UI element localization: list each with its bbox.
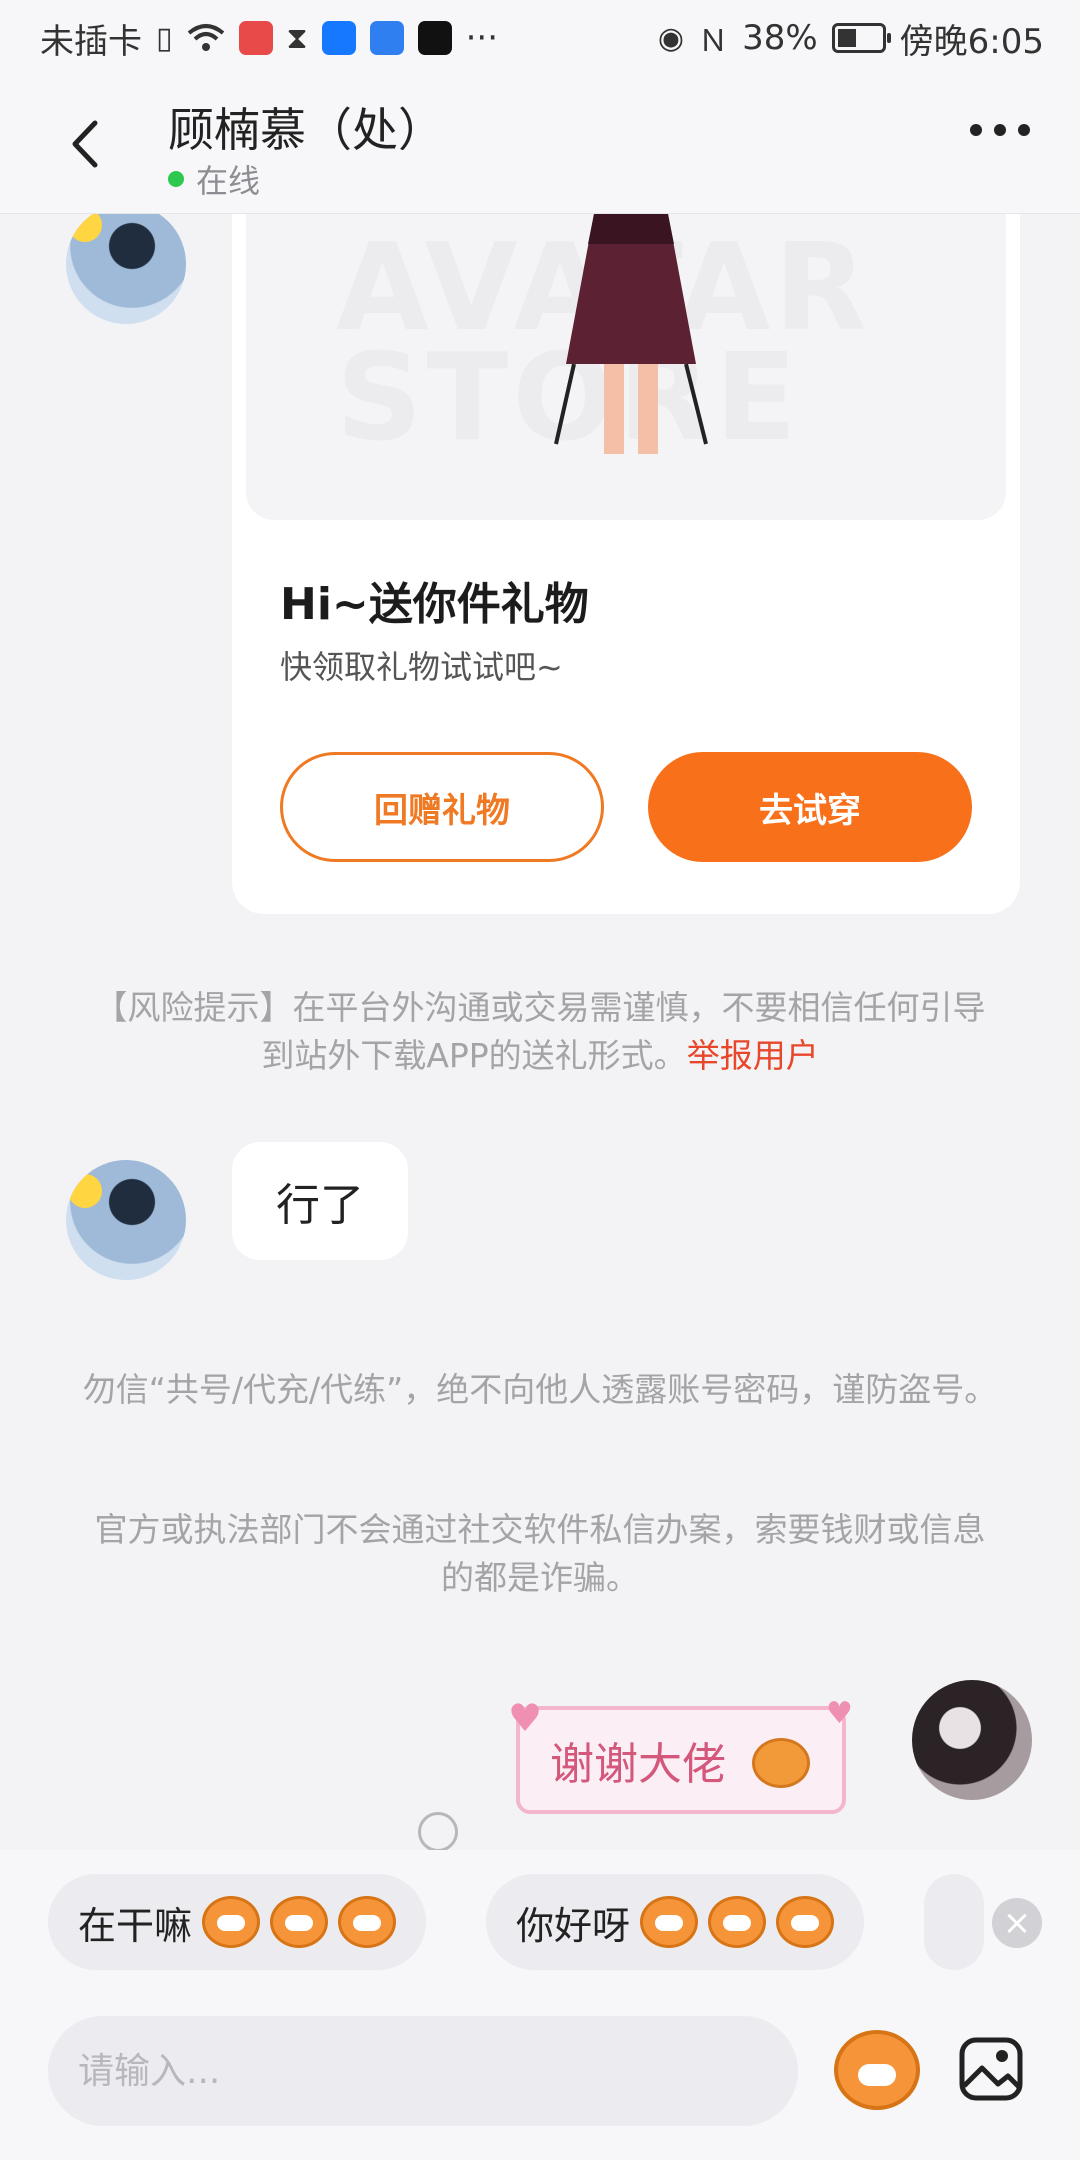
safety-notice-fraud: 官方或执法部门不会通过社交软件私信办案，索要钱财或信息的都是诈骗。 (94, 1510, 986, 1597)
loading-spinner-icon (418, 1812, 458, 1850)
quick-reply-chip-partial[interactable] (924, 1874, 984, 1970)
status-bar-right: ◉ Ｎ 38% 傍晚6:05 (658, 14, 1044, 63)
sunglasses-emoji-icon (68, 214, 102, 242)
hourglass-icon: ⧗ (286, 20, 308, 56)
try-on-button[interactable]: 去试穿 (648, 752, 972, 862)
quick-reply-text: 在干嘛 (78, 1903, 193, 1948)
skirt-item-image (554, 214, 708, 454)
presence-status: 在线 (168, 156, 260, 202)
tiktok-icon (417, 21, 452, 55)
peer-avatar[interactable] (66, 214, 186, 324)
monkey-emoji-icon (338, 1896, 397, 1948)
lightbulb-icon (369, 21, 404, 55)
risk-notice: 【风险提示】在平台外沟通或交易需谨慎，不要相信任何引导到站外下载APP的送礼形式… (80, 984, 1000, 1080)
safety-notice-account: 勿信“共号/代充/代练”，绝不向他人透露账号密码，谨防盗号。 (82, 1370, 998, 1409)
sim-card-icon: ▯ (156, 20, 173, 56)
sim-status: 未插卡 (40, 21, 142, 62)
sunglasses-emoji-icon (68, 1174, 102, 1208)
back-button[interactable] (54, 114, 114, 174)
status-bar: 未插卡 ▯ ⧗ ··· ◉ Ｎ 38% 傍晚6:05 (0, 0, 1080, 76)
battery-icon (831, 23, 891, 53)
online-dot-icon (168, 171, 184, 187)
more-dot-icon (970, 124, 982, 136)
monkey-emoji-icon (270, 1896, 329, 1948)
status-bar-left: 未插卡 ▯ ⧗ ··· (40, 14, 498, 63)
message-input[interactable] (48, 2016, 798, 2126)
wifi-icon (187, 24, 224, 51)
chat-messages[interactable]: AVATAR STORE Hi~送你件礼物 快领取礼物试试吧~ 回赠礼物 去试穿… (0, 214, 1080, 1850)
quick-replies-bar: 在干嘛 你好呀 × (0, 1850, 1080, 2000)
battery-percent: 38% (742, 18, 818, 58)
peer-avatar[interactable] (66, 1160, 186, 1280)
close-quick-replies-button[interactable]: × (992, 1898, 1042, 1948)
heart-icon: ♥ (826, 1696, 853, 1731)
self-sticker-message[interactable]: 谢谢大佬 ♥ ♥ (506, 1696, 858, 1828)
risk-notice-text: 【风险提示】在平台外沟通或交易需谨慎，不要相信任何引导到站外下载APP的送礼形式… (94, 988, 986, 1075)
monkey-emoji-icon (752, 1738, 810, 1788)
report-user-link[interactable]: 举报用户 (687, 1036, 819, 1075)
chevron-left-icon (72, 120, 98, 168)
gift-card: AVATAR STORE Hi~送你件礼物 快领取礼物试试吧~ 回赠礼物 去试穿 (232, 214, 1020, 914)
huawei-store-icon (238, 21, 273, 55)
presence-label: 在线 (196, 162, 261, 200)
monkey-emoji-icon (708, 1896, 767, 1948)
eye-icon: ◉ (657, 20, 685, 56)
quick-reply-chip[interactable]: 在干嘛 (48, 1874, 427, 1970)
sticker-text: 谢谢大佬 (550, 1739, 726, 1790)
more-notifications: ··· (465, 18, 499, 58)
gift-image: AVATAR STORE (246, 214, 1006, 520)
gift-title: Hi~送你件礼物 (280, 579, 589, 630)
gift-subtitle: 快领取礼物试试吧~ (280, 648, 563, 686)
clock: 傍晚6:05 (899, 21, 1044, 62)
quick-reply-chip[interactable]: 你好呀 (486, 1874, 865, 1970)
emoji-button[interactable] (834, 2030, 920, 2110)
more-dot-icon (994, 124, 1006, 136)
more-options-button[interactable] (970, 124, 1030, 136)
peer-message-bubble[interactable]: 行了 (232, 1142, 408, 1260)
close-icon: × (1002, 1903, 1032, 1943)
nfc-icon: Ｎ (698, 24, 729, 59)
chat-header: 顾楠慕（处） 在线 (0, 76, 1080, 214)
return-gift-button[interactable]: 回赠礼物 (280, 752, 604, 862)
monkey-emoji-icon (640, 1896, 699, 1948)
input-bar (0, 2000, 1080, 2160)
more-dot-icon (1018, 124, 1030, 136)
image-picker-icon[interactable] (958, 2036, 1024, 2102)
heart-icon: ♥ (508, 1696, 543, 1740)
contact-name: 顾楠慕（处） (168, 103, 444, 157)
alipay-icon (321, 21, 356, 55)
monkey-emoji-icon (776, 1896, 835, 1948)
quick-reply-text: 你好呀 (516, 1903, 631, 1948)
monkey-emoji-icon (202, 1896, 261, 1948)
self-avatar[interactable] (912, 1680, 1032, 1800)
